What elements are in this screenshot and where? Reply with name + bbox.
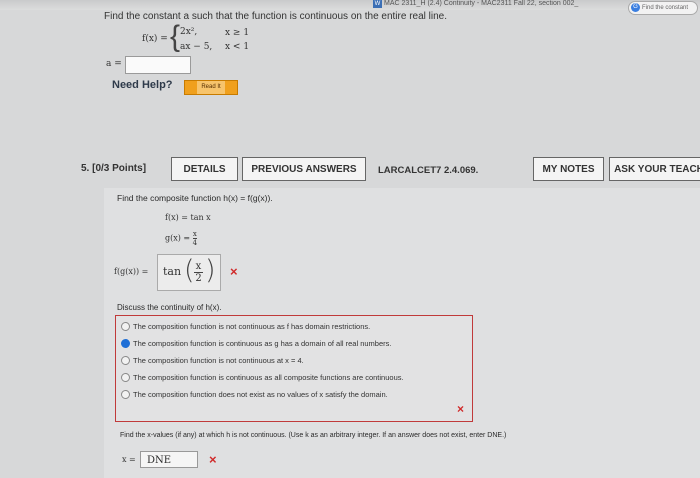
previous-answers-button[interactable]: PREVIOUS ANSWERS	[242, 157, 366, 181]
browser-tab[interactable]: W MAC 2311_H (2.4) Continuity - MAC2311 F…	[373, 0, 578, 10]
g-definition: g(x) = x4	[165, 230, 198, 247]
read-it-label: Read It	[197, 81, 225, 94]
option-label-5[interactable]: The composition function does not exist …	[133, 390, 388, 399]
option-radio-3[interactable]	[121, 356, 130, 365]
paren-close: )	[205, 255, 216, 286]
discuss-prompt: Discuss the continuity of h(x).	[117, 303, 222, 312]
search-pill-text: Find the constant	[642, 5, 689, 11]
q4-piece2-cond: x < 1	[225, 42, 250, 52]
webassign-logo-icon: W	[373, 0, 382, 8]
browser-tab-strip	[0, 0, 700, 10]
x-wrong-icon: ×	[209, 452, 217, 467]
q4-piece1-expr: 2x²,	[180, 27, 198, 37]
f-definition: f(x) = tan x	[165, 213, 211, 222]
question5-number: 5. [0/3 Points]	[81, 163, 147, 174]
composite-prompt: Find the composite function h(x) = f(g(x…	[117, 193, 273, 203]
fg-label: f(g(x)) =	[114, 267, 149, 276]
option-radio-2[interactable]	[121, 339, 130, 348]
piecewise-brace: {	[170, 20, 181, 53]
question4-prompt: Find the constant a such that the functi…	[104, 11, 447, 22]
read-it-button[interactable]: Read It	[184, 80, 238, 95]
fg-answer-func: tan	[163, 265, 182, 278]
search-pill[interactable]: G Find the constant	[628, 1, 698, 15]
option-label-1[interactable]: The composition function is not continuo…	[133, 322, 370, 331]
a-answer-input[interactable]	[125, 56, 191, 74]
q4-f-label: f(x) =	[142, 34, 168, 44]
need-help-label: Need Help?	[112, 79, 173, 91]
option-label-4[interactable]: The composition function is continuous a…	[133, 373, 404, 382]
my-notes-button[interactable]: MY NOTES	[533, 157, 604, 181]
find-x-prompt: Find the x-values (if any) at which h is…	[120, 432, 507, 439]
option-radio-5[interactable]	[121, 390, 130, 399]
option-radio-4[interactable]	[121, 373, 130, 382]
q4-piece2-expr: ax − 5,	[180, 42, 213, 52]
paren-open: (	[184, 255, 195, 286]
q4-piece1-cond: x ≥ 1	[225, 28, 250, 38]
details-button[interactable]: DETAILS	[171, 157, 238, 181]
fg-answer-fraction: x2	[194, 261, 203, 284]
options-wrong-icon: ×	[457, 402, 465, 416]
ask-your-teacher-button[interactable]: ASK YOUR TEACH	[609, 157, 700, 181]
problem-citation: LARCALCET7 2.4.069.	[378, 165, 479, 176]
option-label-2[interactable]: The composition function is continuous a…	[133, 339, 391, 348]
option-label-3[interactable]: The composition function is not continuo…	[133, 356, 304, 365]
q4-answer-label: a =	[106, 59, 122, 69]
option-radio-1[interactable]	[121, 322, 130, 331]
google-icon: G	[631, 2, 640, 12]
options-group	[115, 315, 473, 422]
x-answer-input[interactable]: DNE	[140, 451, 198, 468]
fg-wrong-icon: ×	[230, 264, 238, 279]
browser-tab-title: MAC 2311_H (2.4) Continuity - MAC2311 Fa…	[384, 0, 579, 7]
x-label: x =	[122, 455, 136, 464]
